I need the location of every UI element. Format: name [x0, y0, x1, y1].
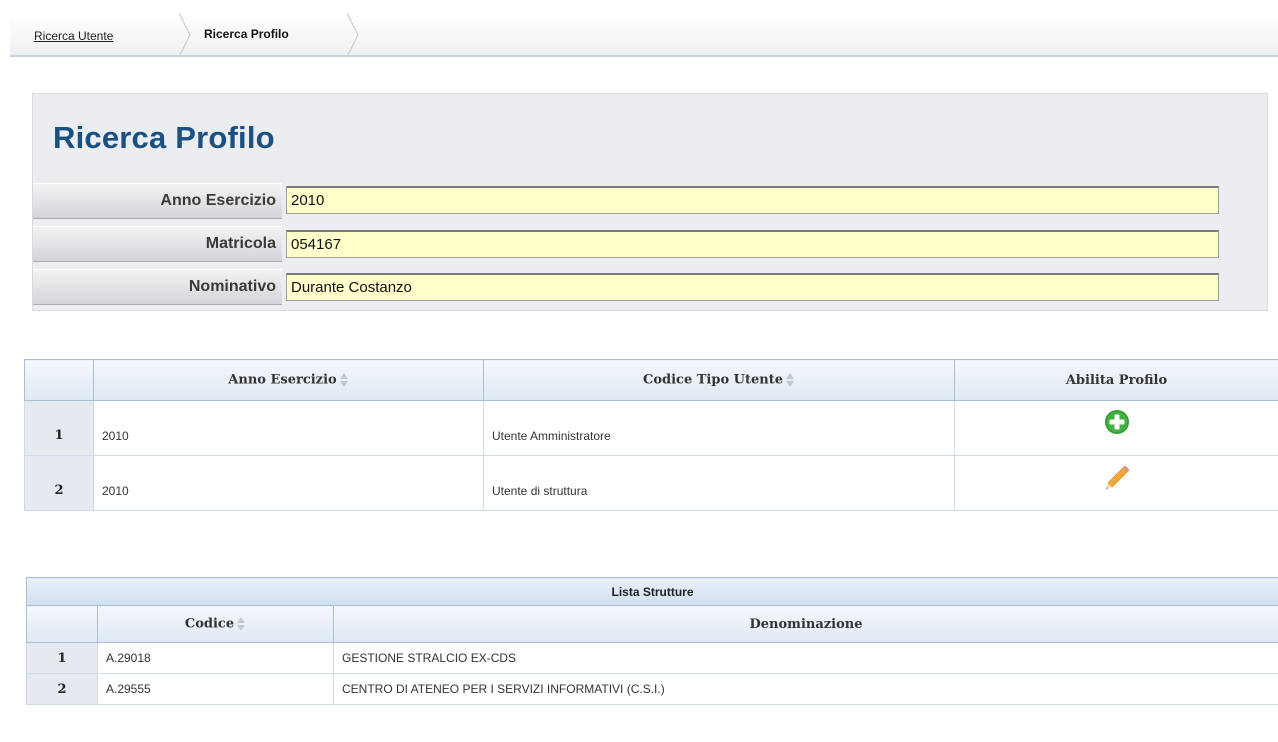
- breadcrumb-separator-icon: [346, 13, 359, 57]
- anno-esercizio-label: Anno Esercizio: [33, 183, 282, 219]
- row-number: 1: [24, 400, 94, 456]
- table-row[interactable]: 1 A.29018 GESTIONE STRALCIO EX-CDS: [26, 642, 1278, 674]
- abilita-cell: [954, 400, 1278, 456]
- sort-icon[interactable]: [236, 616, 246, 632]
- breadcrumb-item-ricerca-utente[interactable]: Ricerca Utente: [34, 13, 113, 55]
- results-header-row: Anno Esercizio Codice Tipo Utente Abilit…: [24, 359, 1278, 401]
- anno-cell: 2010: [93, 400, 484, 456]
- nominativo-label: Nominativo: [33, 269, 282, 305]
- row-number-header: [26, 605, 98, 643]
- row-number: 1: [26, 642, 98, 674]
- row-number: 2: [26, 673, 98, 705]
- table-row[interactable]: 2 2010 Utente di struttura: [24, 455, 1278, 511]
- denominazione-cell: CENTRO DI ATENEO PER I SERVIZI INFORMATI…: [333, 673, 1278, 705]
- lista-strutture-table: Lista Strutture Codice Denominazione 1 A…: [26, 577, 1278, 705]
- row-number: 2: [24, 455, 94, 511]
- codice-tipo-utente-column-header[interactable]: Codice Tipo Utente: [483, 359, 955, 401]
- search-form: Ricerca Profilo Anno Esercizio Matricola…: [32, 93, 1268, 311]
- abilita-profilo-column-header: Abilita Profilo: [954, 359, 1278, 401]
- nominativo-input[interactable]: [286, 273, 1219, 301]
- results-table: Anno Esercizio Codice Tipo Utente Abilit…: [24, 359, 1278, 511]
- row-number-header: [24, 359, 94, 401]
- breadcrumb: Ricerca Utente Ricerca Profilo: [10, 13, 1278, 57]
- anno-esercizio-header-label: Anno Esercizio: [228, 372, 337, 388]
- matricola-input[interactable]: [286, 230, 1219, 258]
- tipo-utente-cell: Utente Amministratore: [483, 400, 955, 456]
- table-row[interactable]: 2 A.29555 CENTRO DI ATENEO PER I SERVIZI…: [26, 673, 1278, 705]
- breadcrumb-item-ricerca-profilo: Ricerca Profilo: [204, 27, 289, 41]
- lista-strutture-caption-row: Lista Strutture: [26, 577, 1278, 606]
- codice-cell: A.29018: [97, 642, 334, 674]
- tipo-utente-cell: Utente di struttura: [483, 455, 955, 511]
- edit-pencil-icon[interactable]: [1103, 464, 1131, 497]
- add-icon[interactable]: [1104, 409, 1130, 440]
- abilita-cell: [954, 455, 1278, 511]
- strutture-header-row: Codice Denominazione: [26, 605, 1278, 643]
- denominazione-column-header: Denominazione: [333, 605, 1278, 643]
- codice-tipo-utente-header-label: Codice Tipo Utente: [643, 372, 783, 388]
- anno-cell: 2010: [93, 455, 484, 511]
- matricola-label: Matricola: [33, 226, 282, 262]
- lista-strutture-caption: Lista Strutture: [26, 577, 1278, 606]
- anno-esercizio-input[interactable]: [286, 186, 1219, 214]
- page-title: Ricerca Profilo: [53, 120, 275, 155]
- table-row[interactable]: 1 2010 Utente Amministratore: [24, 400, 1278, 456]
- codice-column-header[interactable]: Codice: [97, 605, 334, 643]
- sort-icon[interactable]: [339, 372, 349, 388]
- codice-header-label: Codice: [184, 616, 235, 632]
- sort-icon[interactable]: [785, 372, 795, 388]
- breadcrumb-separator-icon: [178, 13, 191, 57]
- anno-esercizio-column-header[interactable]: Anno Esercizio: [93, 359, 484, 401]
- codice-cell: A.29555: [97, 673, 334, 705]
- denominazione-cell: GESTIONE STRALCIO EX-CDS: [333, 642, 1278, 674]
